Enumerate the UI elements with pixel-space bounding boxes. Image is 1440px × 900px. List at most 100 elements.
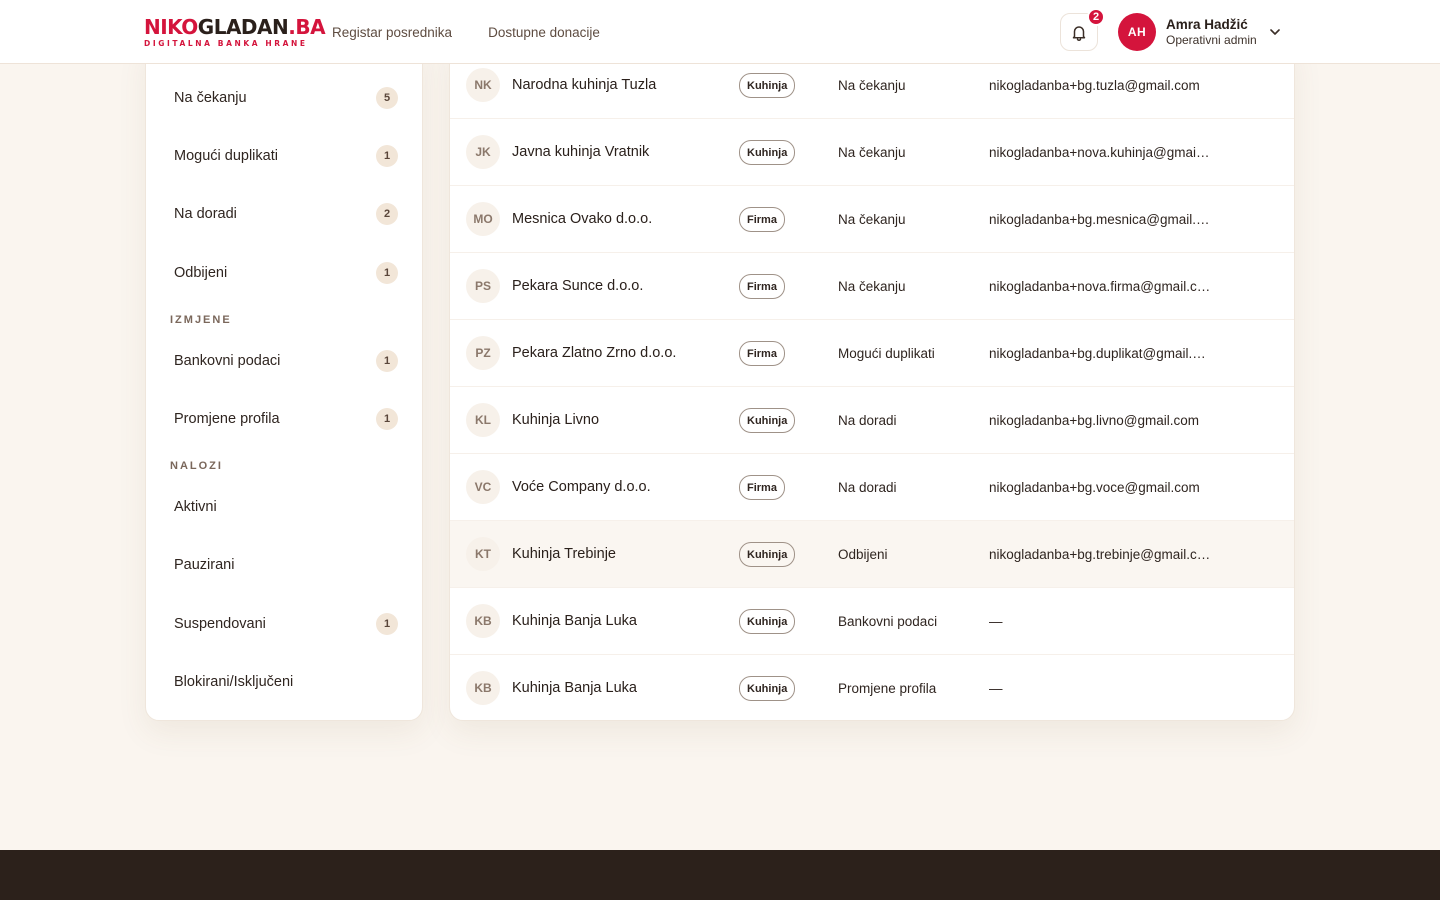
row-email: nikogladanba+nova.firma@gmail.com (989, 279, 1211, 294)
table-row[interactable]: VC Voće Company d.o.o. Firma Na doradi n… (450, 453, 1294, 520)
row-type-tag: Kuhinja (739, 408, 796, 433)
row-type-tag: Kuhinja (739, 73, 796, 98)
sidebar-item-count: 1 (376, 613, 398, 635)
bell-icon (1072, 25, 1086, 41)
row-initials-avatar: PZ (466, 336, 500, 370)
row-email: nikogladanba+bg.voce@gmail.com (989, 480, 1200, 495)
sidebar-item-blocked[interactable]: Blokirani/Isključeni (174, 662, 398, 702)
sidebar-item-count: 5 (376, 87, 398, 109)
sidebar-item-suspended[interactable]: Suspendovani 1 (174, 604, 398, 644)
logo-part-ba: .BA (288, 15, 326, 39)
logo-wordmark: NIKOGLADAN.BA (144, 15, 326, 39)
notification-count-badge: 2 (1087, 8, 1105, 26)
row-name: Kuhinja Trebinje (512, 546, 616, 562)
registrations-table: NK Narodna kuhinja Tuzla Kuhinja Na čeka… (449, 40, 1295, 721)
row-type-tag: Firma (739, 475, 785, 500)
row-type-tag: Kuhinja (739, 676, 796, 701)
row-status: Na doradi (838, 413, 897, 428)
row-name: Pekara Zlatno Zrno d.o.o. (512, 345, 677, 361)
nav-link-registry[interactable]: Registar posrednika (332, 25, 452, 40)
sidebar-item-paused[interactable]: Pauzirani (174, 545, 398, 585)
sidebar-section-accounts: NALOZI (170, 460, 223, 472)
sidebar-item-label: Blokirani/Isključeni (174, 674, 294, 690)
logo-tagline: DIGITALNA BANKA HRANE (144, 39, 308, 48)
row-type-tag: Firma (739, 341, 785, 366)
row-type-tag: Kuhinja (739, 542, 796, 567)
row-email: nikogladanba+bg.livno@gmail.com (989, 413, 1199, 428)
row-email: nikogladanba+bg.trebinje@gmail.com (989, 547, 1211, 562)
user-avatar: AH (1118, 13, 1156, 51)
nav-link-donations[interactable]: Dostupne donacije (488, 25, 600, 40)
row-email: nikogladanba+bg.mesnica@gmail.com (989, 212, 1211, 227)
user-name: Amra Hadžić (1166, 16, 1248, 32)
top-navigation-bar: NIKOGLADAN.BA DIGITALNA BANKA HRANE Regi… (0, 0, 1440, 64)
logo-part-niko: NIKO (144, 15, 198, 39)
row-initials-avatar: KT (466, 537, 500, 571)
row-email: nikogladanba+bg.duplikat@gmail.com (989, 346, 1211, 361)
row-name: Kuhinja Banja Luka (512, 680, 637, 696)
sidebar-item-profile-changes[interactable]: Promjene profila 1 (174, 399, 398, 439)
row-name: Pekara Sunce d.o.o. (512, 278, 644, 294)
sidebar-item-label: Bankovni podaci (174, 353, 281, 369)
sidebar-item-active[interactable]: Aktivni (174, 487, 398, 527)
sidebar-item-label: Pauzirani (174, 557, 235, 573)
row-name: Javna kuhinja Vratnik (512, 144, 650, 160)
row-email: nikogladanba+nova.kuhinja@gmail.com (989, 145, 1211, 160)
brand-logo[interactable]: NIKOGLADAN.BA DIGITALNA BANKA HRANE (144, 15, 326, 48)
row-status: Na čekanju (838, 212, 906, 227)
row-initials-avatar: JK (466, 135, 500, 169)
sidebar-item-label: Promjene profila (174, 411, 280, 427)
sidebar-item-pending[interactable]: Na čekanju 5 (174, 78, 398, 118)
row-type-tag: Kuhinja (739, 609, 796, 634)
sidebar-item-label: Suspendovani (174, 616, 266, 632)
row-name: Kuhinja Banja Luka (512, 613, 637, 629)
sidebar-item-label: Mogući duplikati (174, 148, 278, 164)
sidebar-item-bank-details[interactable]: Bankovni podaci 1 (174, 341, 398, 381)
sidebar-item-label: Aktivni (174, 499, 217, 515)
row-initials-avatar: VC (466, 470, 500, 504)
row-name: Voće Company d.o.o. (512, 479, 651, 495)
row-status: Na čekanju (838, 279, 906, 294)
user-role: Operativni admin (1166, 32, 1257, 47)
sidebar-item-count: 1 (376, 350, 398, 372)
row-email: — (989, 681, 1003, 696)
table-row[interactable]: MO Mesnica Ovako d.o.o. Firma Na čekanju… (450, 185, 1294, 252)
row-type-tag: Firma (739, 274, 785, 299)
row-initials-avatar: KB (466, 671, 500, 705)
row-initials-avatar: PS (466, 269, 500, 303)
row-type-tag: Firma (739, 207, 785, 232)
row-initials-avatar: KB (466, 604, 500, 638)
row-status: Bankovni podaci (838, 614, 938, 629)
sidebar-item-in-revision[interactable]: Na doradi 2 (174, 194, 398, 234)
logo-part-gladan: GLADAN (197, 15, 289, 39)
table-row[interactable]: KT Kuhinja Trebinje Kuhinja Odbijeni nik… (450, 520, 1294, 587)
sidebar-item-count: 1 (376, 145, 398, 167)
user-info: Amra Hadžić Operativni admin (1166, 17, 1257, 48)
row-initials-avatar: NK (466, 68, 500, 102)
row-email: — (989, 614, 1003, 629)
sidebar-item-rejected[interactable]: Odbijeni 1 (174, 253, 398, 293)
table-row[interactable]: PZ Pekara Zlatno Zrno d.o.o. Firma Moguć… (450, 319, 1294, 386)
table-row[interactable]: PS Pekara Sunce d.o.o. Firma Na čekanju … (450, 252, 1294, 319)
table-row[interactable]: KB Kuhinja Banja Luka Kuhinja Promjene p… (450, 654, 1294, 720)
sidebar-item-label: Odbijeni (174, 265, 228, 281)
notifications-button[interactable]: 2 (1060, 8, 1105, 51)
row-status: Na doradi (838, 480, 897, 495)
user-menu[interactable]: AH Amra Hadžić Operativni admin (1118, 13, 1281, 51)
sidebar-item-possible-duplicates[interactable]: Mogući duplikati 1 (174, 136, 398, 176)
row-name: Mesnica Ovako d.o.o. (512, 211, 653, 227)
sidebar-item-count: 1 (376, 408, 398, 430)
row-initials-avatar: MO (466, 202, 500, 236)
table-row[interactable]: JK Javna kuhinja Vratnik Kuhinja Na čeka… (450, 118, 1294, 185)
row-status: Mogući duplikati (838, 346, 935, 361)
chevron-down-icon[interactable] (1269, 28, 1281, 36)
sidebar-section-changes: IZMJENE (170, 314, 232, 326)
row-name: Kuhinja Livno (512, 412, 600, 428)
sidebar-item-count: 1 (376, 262, 398, 284)
row-status: Promjene profila (838, 681, 937, 696)
status-sidebar: Na čekanju 5 Mogući duplikati 1 Na dorad… (145, 40, 423, 721)
table-row[interactable]: KB Kuhinja Banja Luka Kuhinja Bankovni p… (450, 587, 1294, 654)
sidebar-item-label: Na doradi (174, 206, 237, 222)
page-footer (0, 850, 1440, 900)
table-row[interactable]: KL Kuhinja Livno Kuhinja Na doradi nikog… (450, 386, 1294, 453)
